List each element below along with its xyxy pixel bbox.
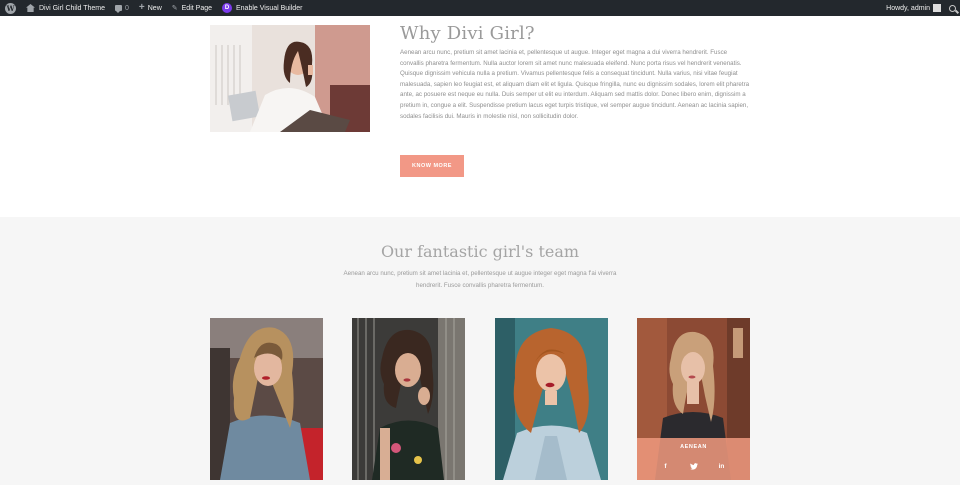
intro-title: Why Divi Girl? xyxy=(400,23,535,44)
search-icon[interactable] xyxy=(949,4,956,12)
divi-icon: D xyxy=(222,3,232,13)
team-member-card[interactable] xyxy=(495,318,608,480)
team-member-card-hovered[interactable]: AENEAN f in xyxy=(637,318,750,480)
team-member-name: AENEAN xyxy=(680,444,707,450)
comments-count: 0 xyxy=(125,4,129,12)
comment-icon xyxy=(115,5,122,13)
home-icon xyxy=(26,4,35,12)
linkedin-icon[interactable]: in xyxy=(718,463,726,470)
wordpress-logo-button[interactable]: W xyxy=(0,0,21,16)
plus-icon: + xyxy=(138,2,145,13)
team-description: Aenean arcu nunc, pretium sit amet lacin… xyxy=(343,270,617,289)
facebook-icon[interactable]: f xyxy=(662,463,670,470)
team-member-overlay: AENEAN f in xyxy=(637,438,750,480)
new-content-button[interactable]: + New xyxy=(134,0,167,16)
edit-page-link[interactable]: ✎ Edit Page xyxy=(167,0,217,16)
edit-page-label: Edit Page xyxy=(181,4,212,12)
intro-paragraph: Aenean arcu nunc, pretium sit amet lacin… xyxy=(400,49,750,120)
pencil-icon: ✎ xyxy=(171,5,178,12)
social-links: f in xyxy=(637,463,750,470)
new-label: New xyxy=(147,4,162,12)
enable-visual-builder-link[interactable]: D Enable Visual Builder xyxy=(217,0,307,16)
wordpress-icon: W xyxy=(5,2,16,14)
team-member-photo xyxy=(352,318,465,480)
team-member-card[interactable] xyxy=(210,318,323,480)
twitter-icon[interactable] xyxy=(689,463,698,470)
team-member-card[interactable] xyxy=(352,318,465,480)
team-member-photo xyxy=(495,318,608,480)
intro-image xyxy=(210,25,370,132)
team-member-photo xyxy=(210,318,323,480)
comments-link[interactable]: 0 xyxy=(110,0,134,16)
know-more-button[interactable]: KNOW MORE xyxy=(400,155,464,177)
howdy-account-link[interactable]: Howdy, admin xyxy=(886,5,930,12)
visual-builder-label: Enable Visual Builder xyxy=(236,4,303,12)
avatar[interactable] xyxy=(933,4,941,12)
admin-bar: W Divi Girl Child Theme 0 + New ✎ Edit P… xyxy=(0,0,960,16)
site-name-label: Divi Girl Child Theme xyxy=(39,4,105,12)
site-name-link[interactable]: Divi Girl Child Theme xyxy=(21,0,110,16)
team-title: Our fantastic girl's team xyxy=(380,242,580,261)
team-section: Our fantastic girl's team Aenean arcu nu… xyxy=(0,217,960,485)
